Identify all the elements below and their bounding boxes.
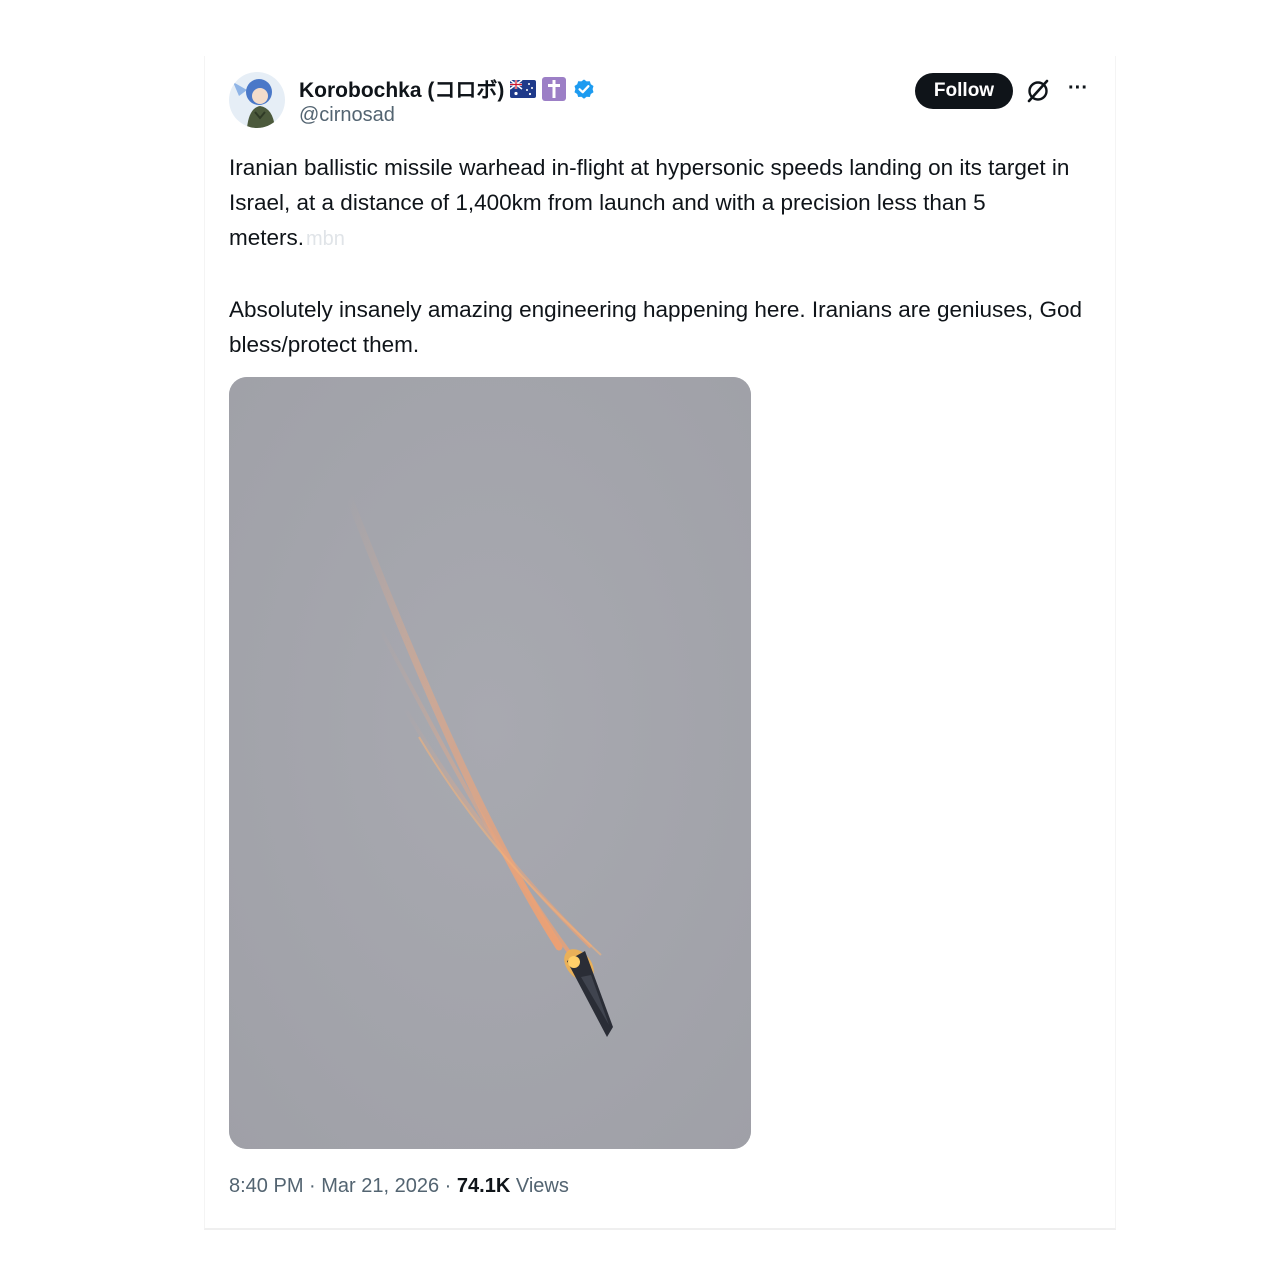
tweet-media-photo[interactable] — [229, 377, 751, 1149]
tweet-date[interactable]: Mar 21, 2026 — [321, 1175, 439, 1197]
views-label: Views — [515, 1175, 569, 1197]
tweet-card: Korobochka (コロボ) @cirnosad Follow ··· Ir… — [204, 56, 1116, 1230]
cross-icon — [542, 77, 567, 101]
author-name-row[interactable]: Korobochka (コロボ) — [299, 74, 596, 104]
tweet-paragraph-1: Iranian ballistic missile warhead in-fli… — [229, 150, 1089, 257]
follow-button[interactable]: Follow — [915, 73, 1013, 109]
tweet-paragraph-1-text: Iranian ballistic missile warhead in-fli… — [229, 155, 1070, 250]
tweet-time[interactable]: 8:40 PM — [229, 1175, 303, 1197]
australia-flag-icon — [509, 79, 537, 98]
missile-photo — [229, 377, 751, 1149]
watermark: mbn — [306, 228, 345, 250]
grok-icon[interactable] — [1025, 78, 1051, 104]
views-count: 74.1K — [456, 1175, 511, 1197]
meta-separator: · — [303, 1175, 322, 1197]
more-options-icon[interactable]: ··· — [1063, 74, 1093, 104]
author-handle[interactable]: @cirnosad — [299, 104, 395, 127]
tweet-paragraph-2: Absolutely insanely amazing engineering … — [229, 297, 1083, 357]
display-name[interactable]: Korobochka (コロボ) — [299, 74, 504, 104]
tweet-text: Iranian ballistic missile warhead in-fli… — [229, 150, 1089, 362]
tweet-meta: 8:40 PM · Mar 21, 2026 · 74.1K Views — [229, 1175, 569, 1198]
avatar[interactable] — [229, 72, 285, 128]
meta-separator-2: · — [439, 1175, 457, 1197]
verified-badge-icon — [572, 77, 596, 101]
